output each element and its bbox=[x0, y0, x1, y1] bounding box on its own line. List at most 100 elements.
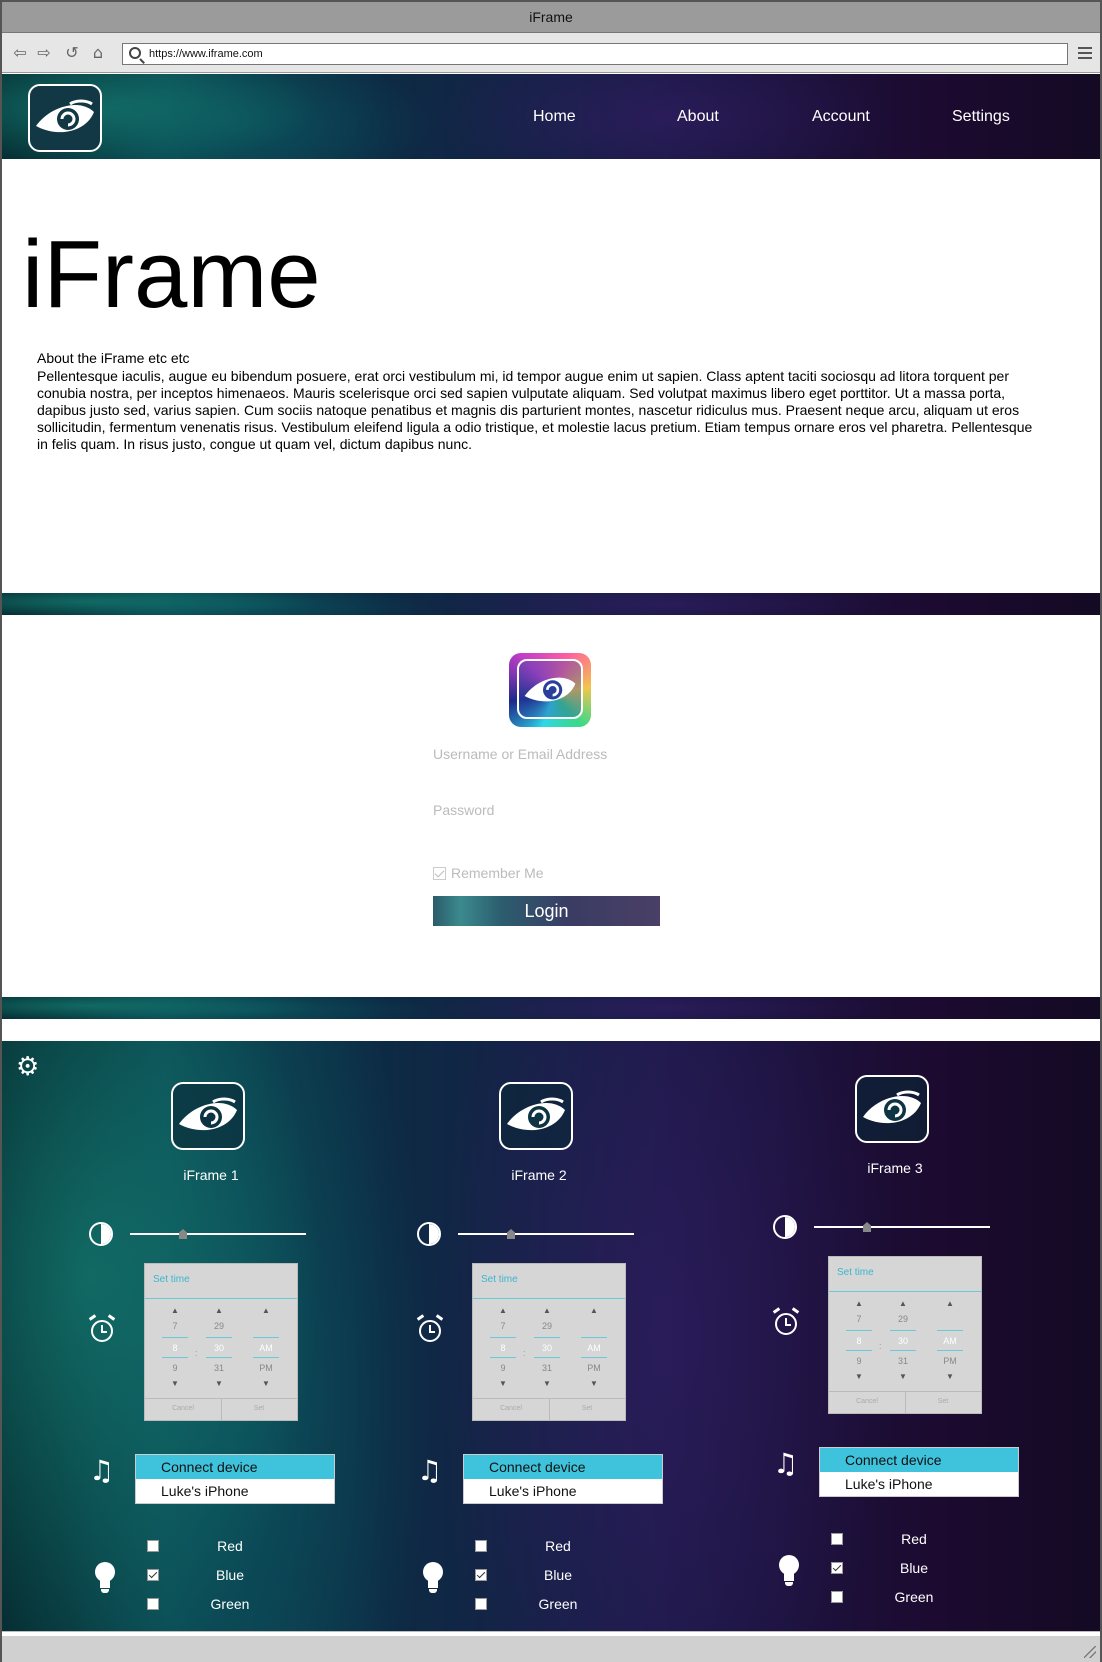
hamburger-menu-icon[interactable] bbox=[1078, 47, 1092, 59]
time-picker-hours-column[interactable]: ▲ 7 8 9 ▼ bbox=[846, 1299, 872, 1382]
chevron-down-icon[interactable]: ▼ bbox=[846, 1372, 872, 1382]
brightness-slider[interactable] bbox=[130, 1233, 306, 1235]
color-checkbox-red[interactable] bbox=[475, 1540, 487, 1552]
nav-account[interactable]: Account bbox=[812, 108, 870, 126]
time-picker-cancel-button[interactable]: Cancel bbox=[829, 1398, 905, 1405]
time-picker-set-button[interactable]: Set bbox=[905, 1398, 981, 1405]
chevron-up-icon[interactable]: ▲ bbox=[937, 1299, 963, 1309]
search-icon bbox=[129, 47, 141, 59]
home-icon[interactable]: ⌂ bbox=[88, 43, 108, 63]
color-label: Red bbox=[545, 1538, 571, 1554]
connect-device-header[interactable]: Connect device bbox=[464, 1455, 662, 1479]
chevron-down-icon[interactable]: ▼ bbox=[253, 1379, 279, 1389]
resize-grip-icon[interactable] bbox=[1084, 1646, 1096, 1658]
status-bar bbox=[2, 1631, 1100, 1662]
device-name: iFrame 2 bbox=[511, 1167, 567, 1183]
chevron-down-icon[interactable]: ▼ bbox=[490, 1379, 516, 1389]
eye-logo-icon[interactable] bbox=[28, 84, 102, 152]
time-picker-value: 8 bbox=[846, 1330, 872, 1351]
chevron-up-icon[interactable]: ▲ bbox=[581, 1306, 607, 1316]
address-bar[interactable]: https://www.iframe.com bbox=[122, 43, 1068, 65]
color-checkbox-green[interactable] bbox=[831, 1591, 843, 1603]
color-checkbox-red[interactable] bbox=[831, 1533, 843, 1545]
connect-device-dropdown[interactable]: Connect device Luke's iPhone bbox=[819, 1447, 1019, 1497]
connect-device-dropdown[interactable]: Connect device Luke's iPhone bbox=[463, 1454, 663, 1504]
color-checkbox-green[interactable] bbox=[475, 1598, 487, 1610]
time-picker[interactable]: Set time ▲ 7 8 9 ▼ ▲ 29 30 31 ▼ ▲ AM PM ▼: Cancel Set bbox=[828, 1256, 982, 1414]
alarm-clock-icon bbox=[416, 1314, 444, 1342]
nav-about[interactable]: About bbox=[677, 108, 719, 126]
time-picker-hours-column[interactable]: ▲ 7 8 9 ▼ bbox=[162, 1306, 188, 1389]
time-picker-value: 31 bbox=[213, 1363, 224, 1373]
eye-logo-icon[interactable] bbox=[499, 1082, 573, 1150]
time-picker-value bbox=[937, 1309, 963, 1330]
back-arrow-icon[interactable]: ⇦ bbox=[10, 43, 30, 63]
time-picker-value: 31 bbox=[541, 1363, 552, 1373]
device-option[interactable]: Luke's iPhone bbox=[820, 1472, 1018, 1496]
time-picker-cancel-button[interactable]: Cancel bbox=[473, 1405, 549, 1412]
nav-home[interactable]: Home bbox=[533, 108, 576, 126]
chevron-up-icon[interactable]: ▲ bbox=[206, 1306, 232, 1316]
color-checkbox-blue[interactable] bbox=[147, 1569, 159, 1581]
chevron-down-icon[interactable]: ▼ bbox=[937, 1372, 963, 1382]
time-picker-minutes-column[interactable]: ▲ 29 30 31 ▼ bbox=[206, 1306, 232, 1389]
color-checkbox-red[interactable] bbox=[147, 1540, 159, 1552]
chevron-up-icon[interactable]: ▲ bbox=[890, 1299, 916, 1309]
time-picker-ampm-column[interactable]: ▲ AM PM ▼ bbox=[581, 1306, 607, 1389]
time-picker-value: PM bbox=[943, 1356, 957, 1366]
time-picker-value: 31 bbox=[897, 1356, 908, 1366]
time-picker-value bbox=[253, 1316, 279, 1337]
chevron-down-icon[interactable]: ▼ bbox=[206, 1379, 232, 1389]
brightness-slider[interactable] bbox=[814, 1226, 990, 1228]
contrast-icon bbox=[89, 1222, 113, 1246]
connect-device-dropdown[interactable]: Connect device Luke's iPhone bbox=[135, 1454, 335, 1504]
eye-logo-icon[interactable] bbox=[855, 1075, 929, 1143]
color-label: Green bbox=[894, 1589, 934, 1605]
time-picker-value: 29 bbox=[897, 1314, 908, 1324]
gear-icon[interactable]: ⚙ bbox=[16, 1054, 42, 1080]
chevron-up-icon[interactable]: ▲ bbox=[490, 1306, 516, 1316]
color-checkbox-blue[interactable] bbox=[831, 1562, 843, 1574]
chevron-up-icon[interactable]: ▲ bbox=[534, 1306, 560, 1316]
time-picker-value: AM bbox=[581, 1337, 607, 1358]
time-picker-minutes-column[interactable]: ▲ 29 30 31 ▼ bbox=[890, 1299, 916, 1382]
time-picker-ampm-column[interactable]: ▲ AM PM ▼ bbox=[253, 1306, 279, 1389]
time-picker-minutes-column[interactable]: ▲ 29 30 31 ▼ bbox=[534, 1306, 560, 1389]
color-checkbox-blue[interactable] bbox=[475, 1569, 487, 1581]
chevron-down-icon[interactable]: ▼ bbox=[162, 1379, 188, 1389]
time-picker-set-button[interactable]: Set bbox=[549, 1405, 625, 1412]
connect-device-header[interactable]: Connect device bbox=[820, 1448, 1018, 1472]
device-option[interactable]: Luke's iPhone bbox=[464, 1479, 662, 1503]
time-picker-value: 9 bbox=[856, 1356, 862, 1366]
time-picker[interactable]: Set time ▲ 7 8 9 ▼ ▲ 29 30 31 ▼ ▲ AM PM ▼: Cancel Set bbox=[144, 1263, 298, 1421]
music-note-icon: ♫ bbox=[89, 1454, 115, 1487]
eye-logo-icon[interactable] bbox=[171, 1082, 245, 1150]
chevron-up-icon[interactable]: ▲ bbox=[846, 1299, 872, 1309]
brightness-slider[interactable] bbox=[458, 1233, 634, 1235]
time-picker-value: 8 bbox=[162, 1337, 188, 1358]
reload-icon[interactable]: ↺ bbox=[62, 43, 82, 63]
chevron-down-icon[interactable]: ▼ bbox=[890, 1372, 916, 1382]
device-option[interactable]: Luke's iPhone bbox=[136, 1479, 334, 1503]
time-picker-set-button[interactable]: Set bbox=[221, 1405, 297, 1412]
chevron-up-icon[interactable]: ▲ bbox=[162, 1306, 188, 1316]
device-name: iFrame 3 bbox=[867, 1160, 923, 1176]
time-picker-title: Set time bbox=[153, 1274, 190, 1285]
color-checkbox-green[interactable] bbox=[147, 1598, 159, 1610]
nav-settings[interactable]: Settings bbox=[952, 108, 1010, 126]
color-label: Green bbox=[210, 1596, 250, 1612]
connect-device-header[interactable]: Connect device bbox=[136, 1455, 334, 1479]
password-field[interactable]: Password bbox=[433, 802, 494, 818]
time-picker-cancel-button[interactable]: Cancel bbox=[145, 1405, 221, 1412]
time-picker-title: Set time bbox=[837, 1267, 874, 1278]
time-picker[interactable]: Set time ▲ 7 8 9 ▼ ▲ 29 30 31 ▼ ▲ AM PM ▼: Cancel Set bbox=[472, 1263, 626, 1421]
remember-me-checkbox[interactable]: Remember Me bbox=[433, 865, 544, 881]
chevron-down-icon[interactable]: ▼ bbox=[581, 1379, 607, 1389]
chevron-down-icon[interactable]: ▼ bbox=[534, 1379, 560, 1389]
login-button[interactable]: Login bbox=[433, 896, 660, 926]
forward-arrow-icon[interactable]: ⇨ bbox=[34, 43, 54, 63]
time-picker-hours-column[interactable]: ▲ 7 8 9 ▼ bbox=[490, 1306, 516, 1389]
username-field[interactable]: Username or Email Address bbox=[433, 746, 607, 762]
time-picker-ampm-column[interactable]: ▲ AM PM ▼ bbox=[937, 1299, 963, 1382]
chevron-up-icon[interactable]: ▲ bbox=[253, 1306, 279, 1316]
